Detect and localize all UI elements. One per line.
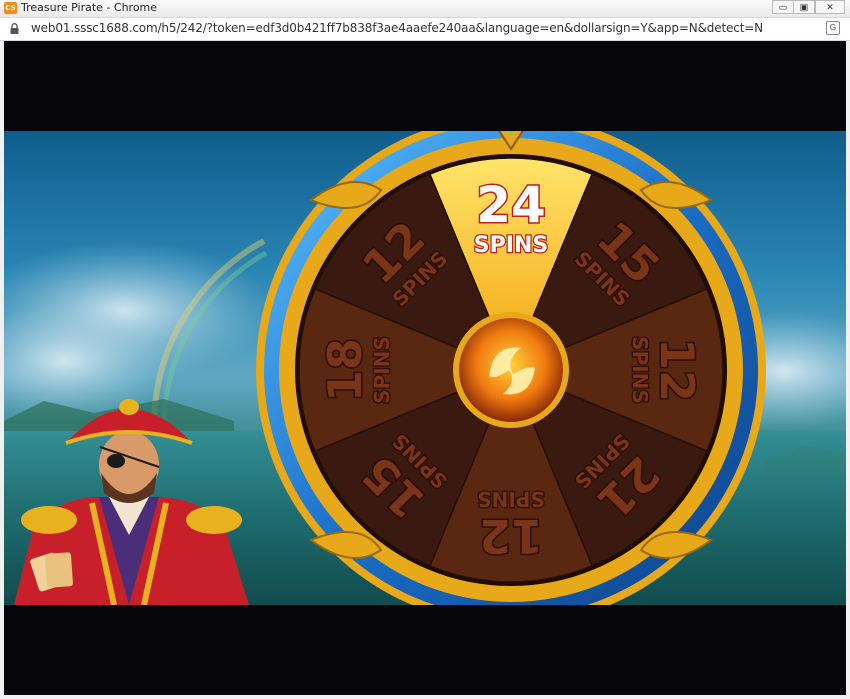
wheel-segment-label-group: 12SPINS [476, 486, 546, 565]
game-canvas[interactable]: 24 SPINS 15 SPINS 12 SPINS 21 SPINS 12 SPINS 15 SPI… [4, 41, 846, 695]
wheel-segment-value: 24 [476, 176, 546, 234]
wheel-segment-value: 12 [479, 509, 543, 563]
wheel-segment-label: SPINS [474, 233, 548, 258]
minimize-button[interactable]: ▭ [772, 0, 794, 14]
wheel-segment-label-group: 12SPINS [627, 335, 706, 405]
pirate-character [14, 399, 249, 605]
url-text[interactable]: web01.sssc1688.com/h5/242/?token=edf3d0b… [31, 21, 763, 35]
close-button[interactable]: ✕ [815, 0, 845, 14]
wheel-segment-label: SPINS [370, 336, 394, 404]
lock-icon [10, 23, 19, 34]
bonus-wheel[interactable]: 24SPINS 15SPINS12SPINS21SPINS12SPINS15SPI… [238, 131, 784, 605]
window-titlebar: CS Treasure Pirate - Chrome ▭ ▣ ✕ [0, 0, 850, 18]
window-title: Treasure Pirate - Chrome [21, 1, 158, 14]
wheel-segment-label-group: 24SPINS [473, 175, 550, 260]
wheel-segment-label: SPINS [628, 336, 652, 404]
wheel-segment-value: 12 [650, 338, 704, 402]
wheel-segment-label: SPINS [477, 487, 545, 511]
app-icon: CS [4, 2, 17, 14]
translate-icon[interactable]: G [826, 21, 840, 35]
game-scene: 24 SPINS 15 SPINS 12 SPINS 21 SPINS 12 SPINS 15 SPI… [4, 131, 846, 605]
wheel-segment-label-group: 18SPINS [317, 335, 396, 405]
wheel-segment-value: 18 [318, 338, 372, 402]
address-bar[interactable]: web01.sssc1688.com/h5/242/?token=edf3d0b… [0, 18, 850, 41]
maximize-button[interactable]: ▣ [793, 0, 815, 14]
